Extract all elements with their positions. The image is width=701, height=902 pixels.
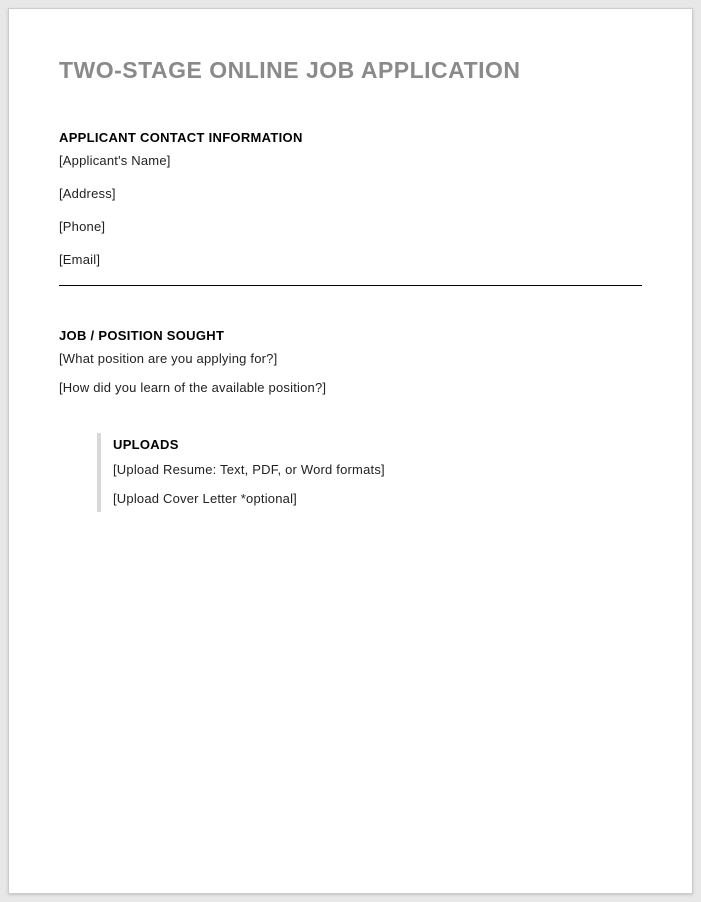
uploads-section: UPLOADS [Upload Resume: Text, PDF, or Wo… — [97, 433, 642, 512]
applicant-name-field[interactable]: [Applicant's Name] — [59, 153, 642, 168]
document-page: TWO-STAGE ONLINE JOB APPLICATION APPLICA… — [8, 8, 693, 894]
position-how-field[interactable]: [How did you learn of the available posi… — [59, 380, 642, 395]
contact-section: APPLICANT CONTACT INFORMATION [Applicant… — [59, 130, 642, 267]
position-section: JOB / POSITION SOUGHT [What position are… — [59, 328, 642, 395]
position-what-field[interactable]: [What position are you applying for?] — [59, 351, 642, 366]
page-title: TWO-STAGE ONLINE JOB APPLICATION — [59, 57, 642, 84]
upload-cover-letter-field[interactable]: [Upload Cover Letter *optional] — [113, 491, 642, 506]
upload-resume-field[interactable]: [Upload Resume: Text, PDF, or Word forma… — [113, 462, 642, 477]
contact-section-header: APPLICANT CONTACT INFORMATION — [59, 130, 642, 145]
position-section-header: JOB / POSITION SOUGHT — [59, 328, 642, 343]
phone-field[interactable]: [Phone] — [59, 219, 642, 234]
address-field[interactable]: [Address] — [59, 186, 642, 201]
section-divider — [59, 285, 642, 286]
uploads-section-header: UPLOADS — [113, 437, 642, 452]
email-field[interactable]: [Email] — [59, 252, 642, 267]
